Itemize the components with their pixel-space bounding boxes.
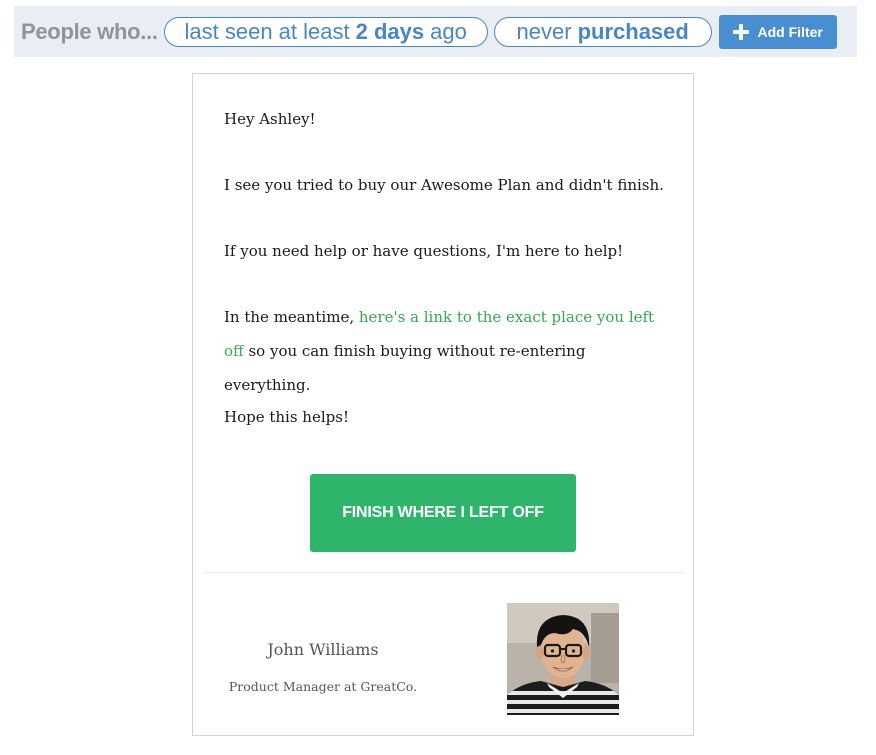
email-line-meantime-end: so you can finish buying without re-ente… — [224, 342, 586, 394]
filter-lead-label: People who... — [21, 18, 158, 44]
email-line-meantime: In the meantime, here's a link to the ex… — [224, 300, 674, 402]
filter-pill-prefix: last seen at least — [184, 18, 350, 44]
filter-pill-last-seen[interactable]: last seen at least 2 days ago — [163, 16, 488, 47]
signature-title: Product Manager at GreatCo. — [228, 679, 418, 694]
add-filter-label: Add Filter — [757, 23, 823, 40]
filter-bar: People who... last seen at least 2 days … — [14, 6, 857, 57]
person-photo-icon — [507, 603, 619, 715]
filter-pill-never-purchased[interactable]: never purchased — [493, 16, 712, 47]
signature-divider — [203, 572, 684, 573]
add-filter-button[interactable]: Add Filter — [718, 14, 837, 49]
plus-icon — [732, 23, 749, 40]
filter-pill-suffix: ago — [430, 18, 467, 44]
email-line-tried-to-buy: I see you tried to buy our Awesome Plan … — [224, 176, 664, 194]
filter-pill-value: 2 days — [355, 18, 425, 44]
email-preview: Hey Ashley! I see you tried to buy our A… — [192, 73, 694, 736]
avatar — [507, 603, 619, 715]
filter-pill-value: purchased — [577, 18, 689, 44]
email-line-help: If you need help or have questions, I'm … — [224, 242, 624, 260]
email-closing: Hope this helps! — [224, 408, 349, 426]
email-line-meantime-start: In the meantime, — [224, 308, 355, 326]
finish-where-left-off-button[interactable]: FINISH WHERE I LEFT OFF — [310, 474, 576, 552]
email-greeting: Hey Ashley! — [224, 110, 316, 128]
filter-pill-prefix: never — [516, 18, 572, 44]
signature-name: John Williams — [267, 640, 379, 659]
